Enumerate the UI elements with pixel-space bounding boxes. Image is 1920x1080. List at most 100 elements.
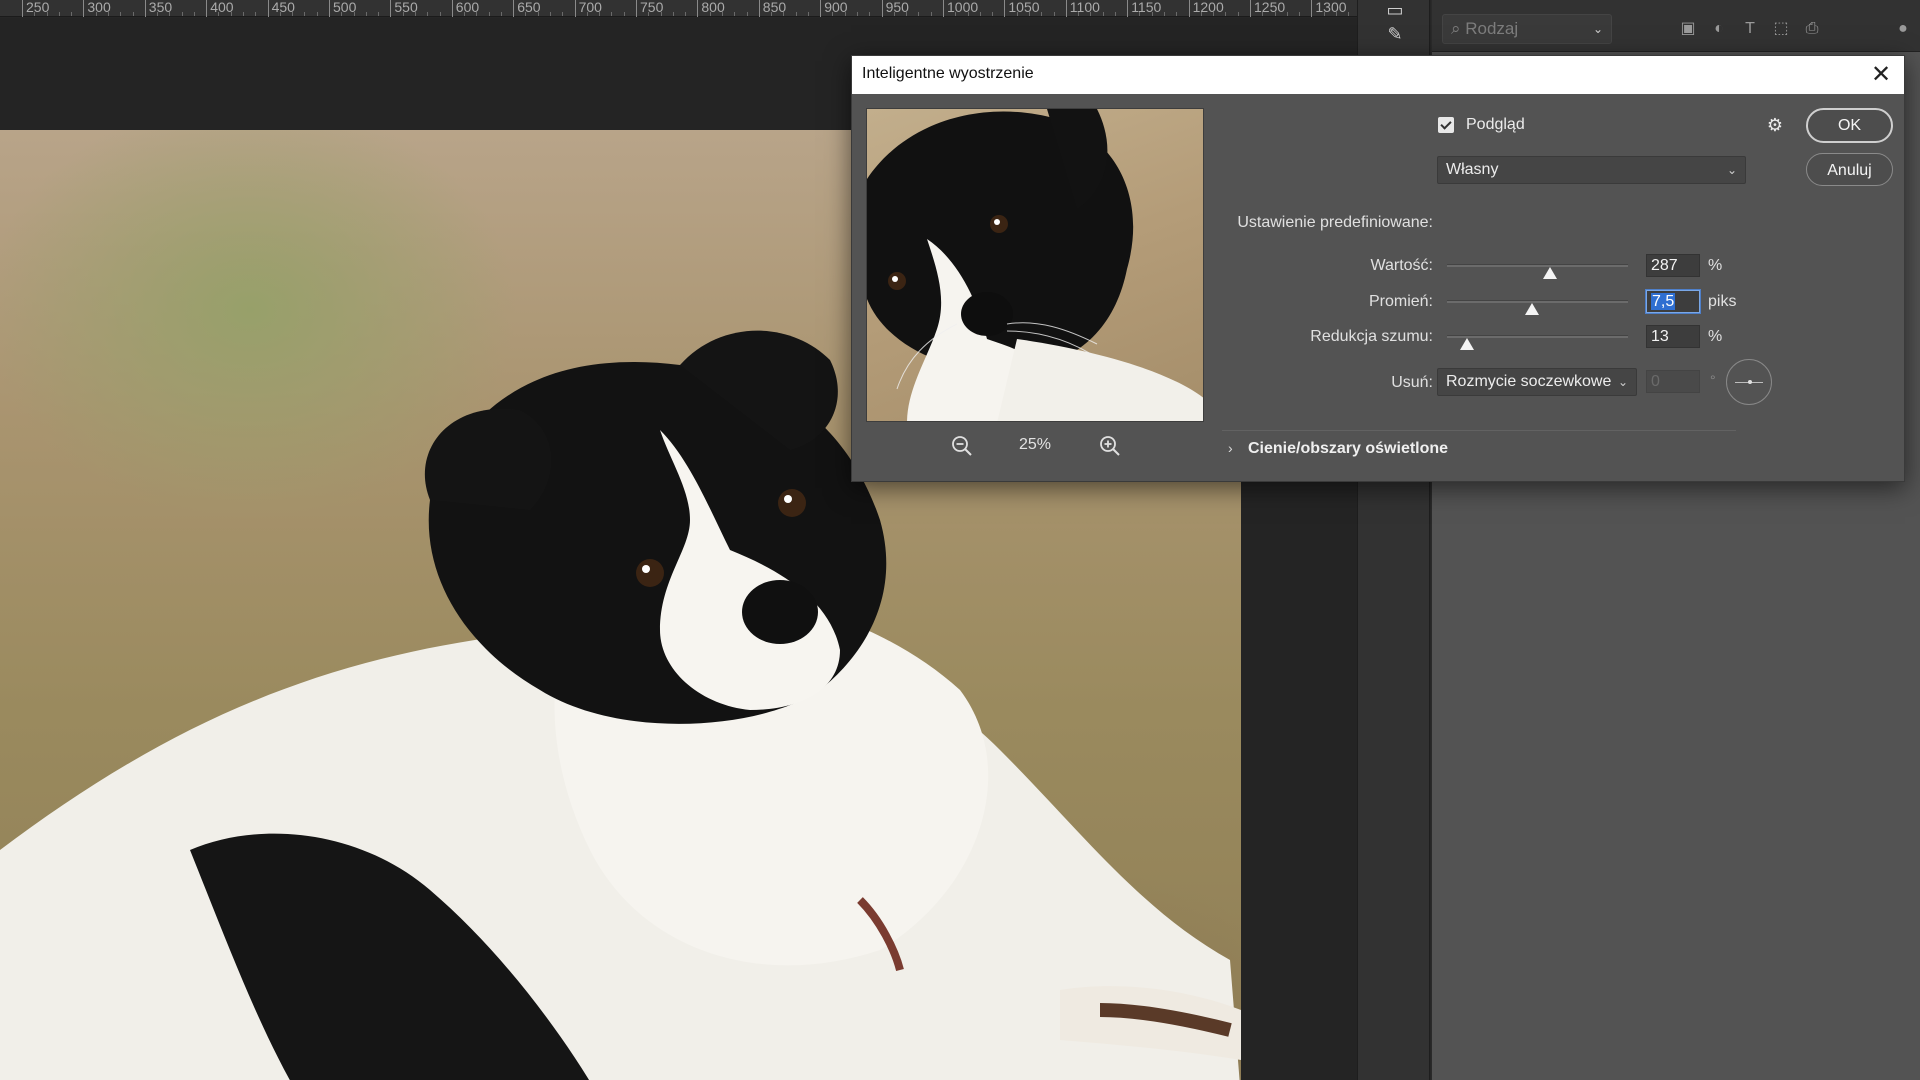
comment-icon[interactable]: ▭ (1384, 0, 1406, 20)
ruler-minor-tick (1041, 12, 1043, 16)
amount-slider-thumb[interactable] (1543, 267, 1558, 279)
layers-filter-bar: ⌕ Rodzaj ⌄ ▣ ◐ T ⬚ ⎙ ● (1432, 0, 1920, 52)
radius-label: Promień: (1368, 293, 1433, 310)
ruler-minor-tick (46, 12, 48, 16)
ruler-minor-tick (414, 12, 416, 16)
section-divider (1222, 430, 1736, 431)
dialog-titlebar[interactable]: Inteligentne wyostrzenie ✕ (852, 56, 1904, 94)
ruler-minor-tick (771, 12, 773, 16)
noise-reduction-slider[interactable] (1447, 331, 1628, 351)
ruler-tick-label: 800 (697, 0, 725, 17)
cancel-button[interactable]: Anuluj (1806, 153, 1893, 186)
ruler-minor-tick (341, 12, 343, 16)
ruler-minor-tick (869, 12, 871, 16)
ruler-minor-tick (1176, 12, 1178, 16)
zoom-out-icon[interactable] (948, 432, 976, 460)
preview-dog-illustration (867, 109, 1203, 421)
smart-object-filter-icon[interactable]: ⎙ (1801, 18, 1823, 40)
remove-blur-select[interactable]: Rozmycie soczewkowe ⌄ (1437, 368, 1637, 396)
radius-slider-thumb[interactable] (1525, 303, 1540, 315)
radius-value: 7,5 (1651, 293, 1676, 310)
ruler-minor-tick (464, 12, 466, 16)
ok-button[interactable]: OK (1806, 108, 1893, 143)
ruler-minor-tick (562, 12, 564, 16)
ruler-minor-tick (1114, 12, 1116, 16)
ruler-minor-tick (255, 12, 257, 16)
ruler-minor-tick (230, 12, 232, 16)
ruler-minor-tick (243, 12, 245, 16)
type-layer-filter-icon[interactable]: T (1739, 18, 1761, 40)
noise-reduction-label: Redukcja szumu: (1310, 328, 1433, 345)
ruler-minor-tick (992, 12, 994, 16)
amount-value: 287 (1651, 257, 1678, 274)
preview-zoom-controls: 25% (866, 430, 1204, 464)
ruler-minor-tick (648, 12, 650, 16)
ruler-minor-tick (427, 12, 429, 16)
ruler-tick-label: 350 (144, 0, 172, 17)
amount-slider[interactable] (1447, 260, 1628, 280)
ruler-minor-tick (1213, 12, 1215, 16)
ruler-tick-label: 1000 (943, 0, 978, 17)
gear-icon[interactable]: ⚙ (1762, 112, 1788, 138)
radius-input[interactable]: 7,5 (1646, 290, 1700, 313)
ruler-minor-tick (930, 12, 932, 16)
ruler-minor-tick (807, 12, 809, 16)
remove-label: Usuń: (1391, 374, 1433, 391)
ruler-tick-label: 850 (758, 0, 786, 17)
ruler-tick-label: 500 (329, 0, 356, 17)
preset-value: Własny (1446, 161, 1499, 178)
preview-image[interactable] (866, 108, 1204, 422)
ruler-tick-label: 950 (881, 0, 909, 17)
chevron-down-icon: ⌄ (1726, 163, 1737, 177)
shape-layer-filter-icon[interactable]: ⬚ (1770, 18, 1792, 40)
adjustment-layer-filter-icon[interactable]: ◐ (1708, 18, 1730, 40)
ruler-minor-tick (525, 12, 527, 16)
preview-checkbox-label[interactable]: Podgląd (1466, 116, 1525, 134)
ruler-minor-tick (844, 12, 846, 16)
ruler-minor-tick (1090, 12, 1092, 16)
ruler-tick-label: 300 (83, 0, 111, 17)
preset-select[interactable]: Własny ⌄ (1437, 156, 1746, 184)
ruler-minor-tick (1028, 12, 1030, 16)
kind-filter-select[interactable]: ⌕ Rodzaj ⌄ (1442, 14, 1612, 44)
preview-checkbox[interactable] (1438, 117, 1454, 133)
ruler-minor-tick (157, 12, 159, 16)
ruler-minor-tick (304, 12, 306, 16)
pixel-layer-filter-icon[interactable]: ▣ (1677, 18, 1699, 40)
ruler-minor-tick (1053, 12, 1055, 16)
ruler-minor-tick (95, 12, 97, 16)
ruler-tick-label: 1100 (1065, 0, 1100, 17)
ruler-minor-tick (292, 12, 294, 16)
noise-reduction-unit: % (1708, 328, 1723, 345)
noise-reduction-input[interactable]: 13 (1646, 325, 1700, 348)
ruler-minor-tick (1323, 12, 1325, 16)
shadows-highlights-section-toggle[interactable]: › Cienie/obszary oświetlone (1222, 434, 1736, 464)
ruler-minor-tick (537, 12, 539, 16)
close-icon[interactable]: ✕ (1866, 60, 1896, 90)
sharpen-controls: Podgląd ⚙ Ustawienie predefiniowane: Wła… (1222, 108, 1906, 457)
ruler-minor-tick (721, 12, 723, 16)
amount-unit: % (1708, 257, 1723, 274)
amount-slider-track (1447, 264, 1628, 267)
ruler-tick-label: 1150 (1127, 0, 1161, 17)
ruler-minor-tick (1262, 12, 1264, 16)
ruler-minor-tick (218, 12, 220, 16)
ruler-tick-label: 650 (513, 0, 541, 17)
ruler-minor-tick (71, 12, 73, 16)
chevron-down-icon: ⌄ (1592, 22, 1603, 36)
filter-toggle-icon[interactable]: ● (1892, 18, 1914, 40)
brush-settings-icon[interactable]: ✎ (1384, 24, 1406, 44)
noise-reduction-slider-thumb[interactable] (1459, 338, 1474, 350)
ruler-minor-tick (795, 12, 797, 16)
search-icon: ⌕ (1451, 19, 1466, 38)
ruler-minor-tick (918, 12, 920, 16)
ruler-minor-tick (979, 12, 981, 16)
ruler-minor-tick (1274, 12, 1276, 16)
zoom-in-icon[interactable] (1096, 432, 1124, 460)
radius-slider[interactable] (1447, 296, 1628, 316)
ruler-minor-tick (672, 12, 674, 16)
ruler-minor-tick (1348, 12, 1350, 16)
angle-value: 0 (1651, 373, 1660, 390)
amount-input[interactable]: 287 (1646, 254, 1700, 277)
ruler-minor-tick (500, 12, 502, 16)
